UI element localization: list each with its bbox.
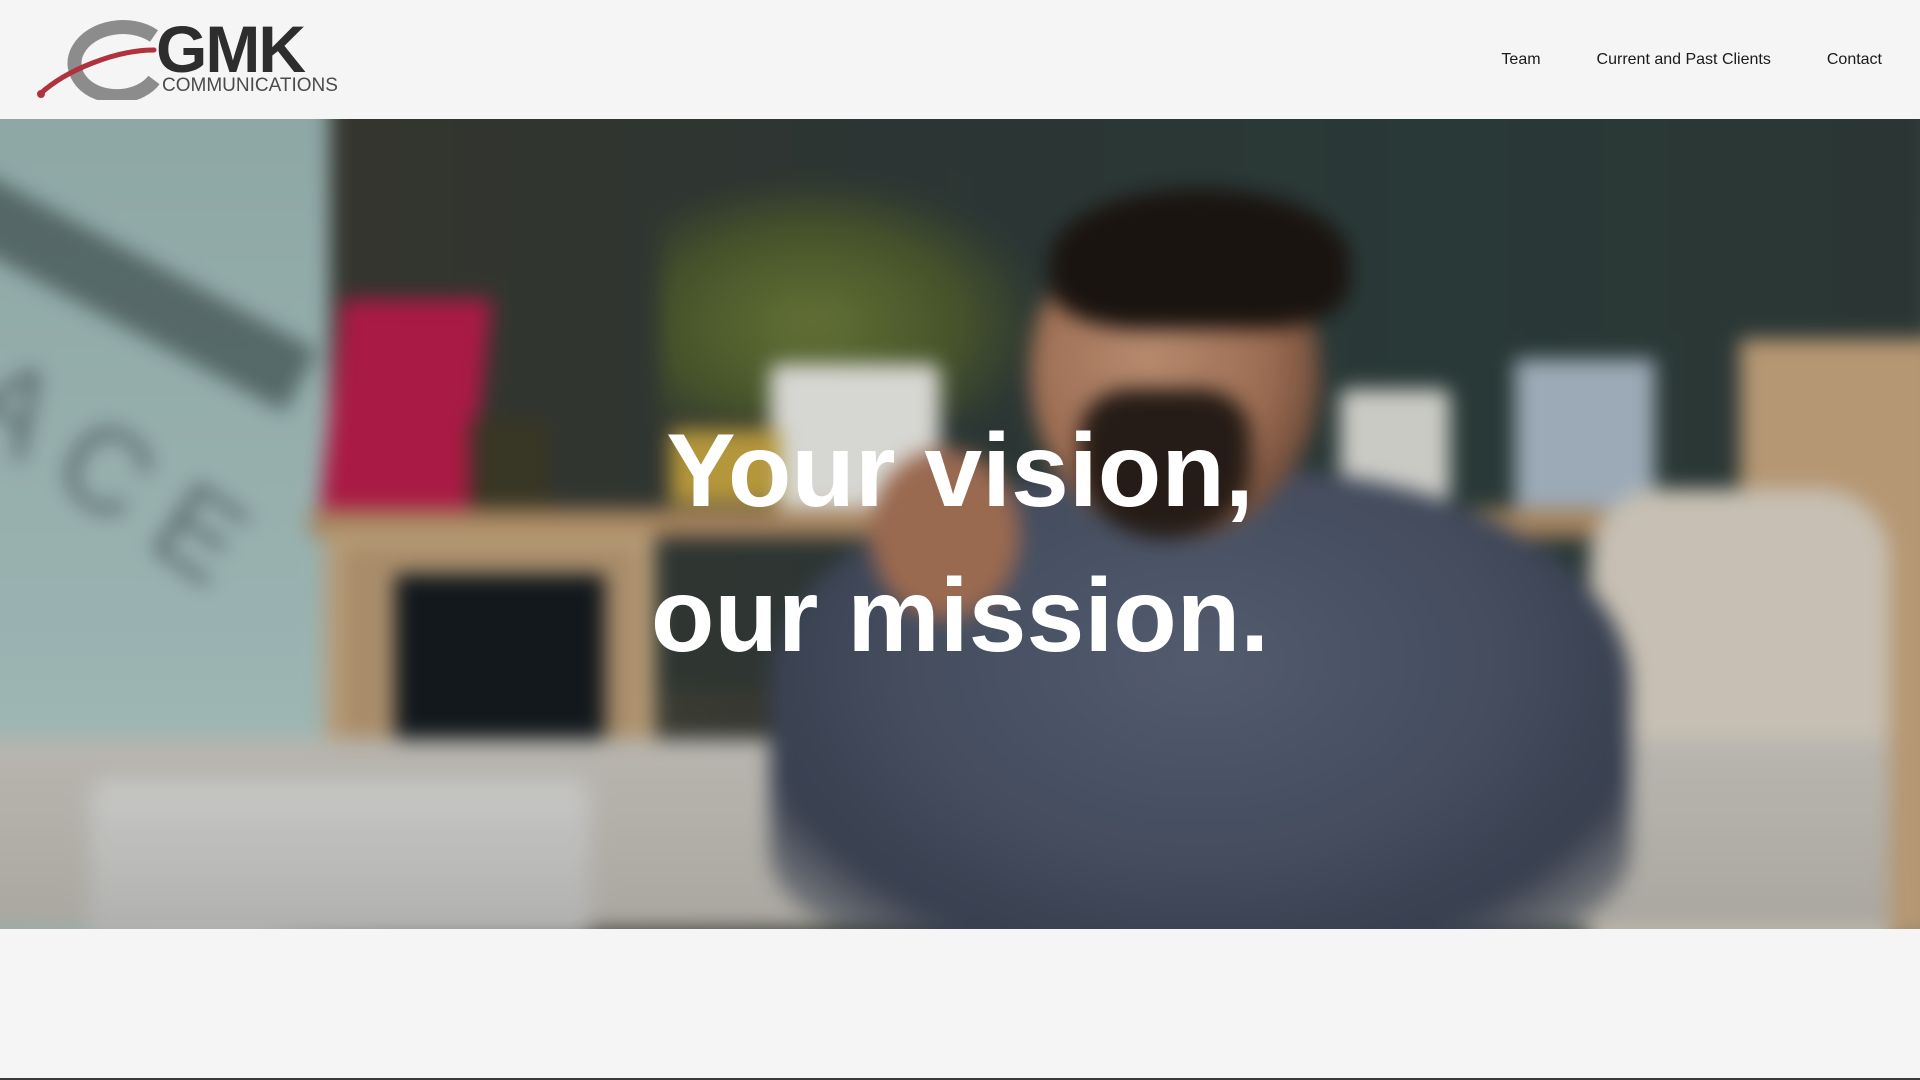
nav-link-team[interactable]: Team xyxy=(1501,43,1540,77)
logo-subtitle: COMMUNICATIONS xyxy=(162,74,338,96)
hero-section: ACE Your vision, our mission. xyxy=(0,119,1920,929)
brand-logo[interactable]: GMK COMMUNICATIONS xyxy=(36,16,338,100)
hero-headline-line-1: Your vision, xyxy=(666,413,1254,529)
content-area xyxy=(0,929,1920,1079)
nav-link-clients[interactable]: Current and Past Clients xyxy=(1597,43,1771,77)
hero-headline: Your vision, our mission. xyxy=(0,399,1920,689)
logo-wordmark: GMK xyxy=(156,11,306,86)
site-header: GMK COMMUNICATIONS Team Current and Past… xyxy=(0,0,1920,119)
nav-link-contact[interactable]: Contact xyxy=(1827,43,1882,77)
main-nav: Team Current and Past Clients Contact xyxy=(1501,43,1882,77)
hero-headline-line-2: our mission. xyxy=(650,558,1270,674)
